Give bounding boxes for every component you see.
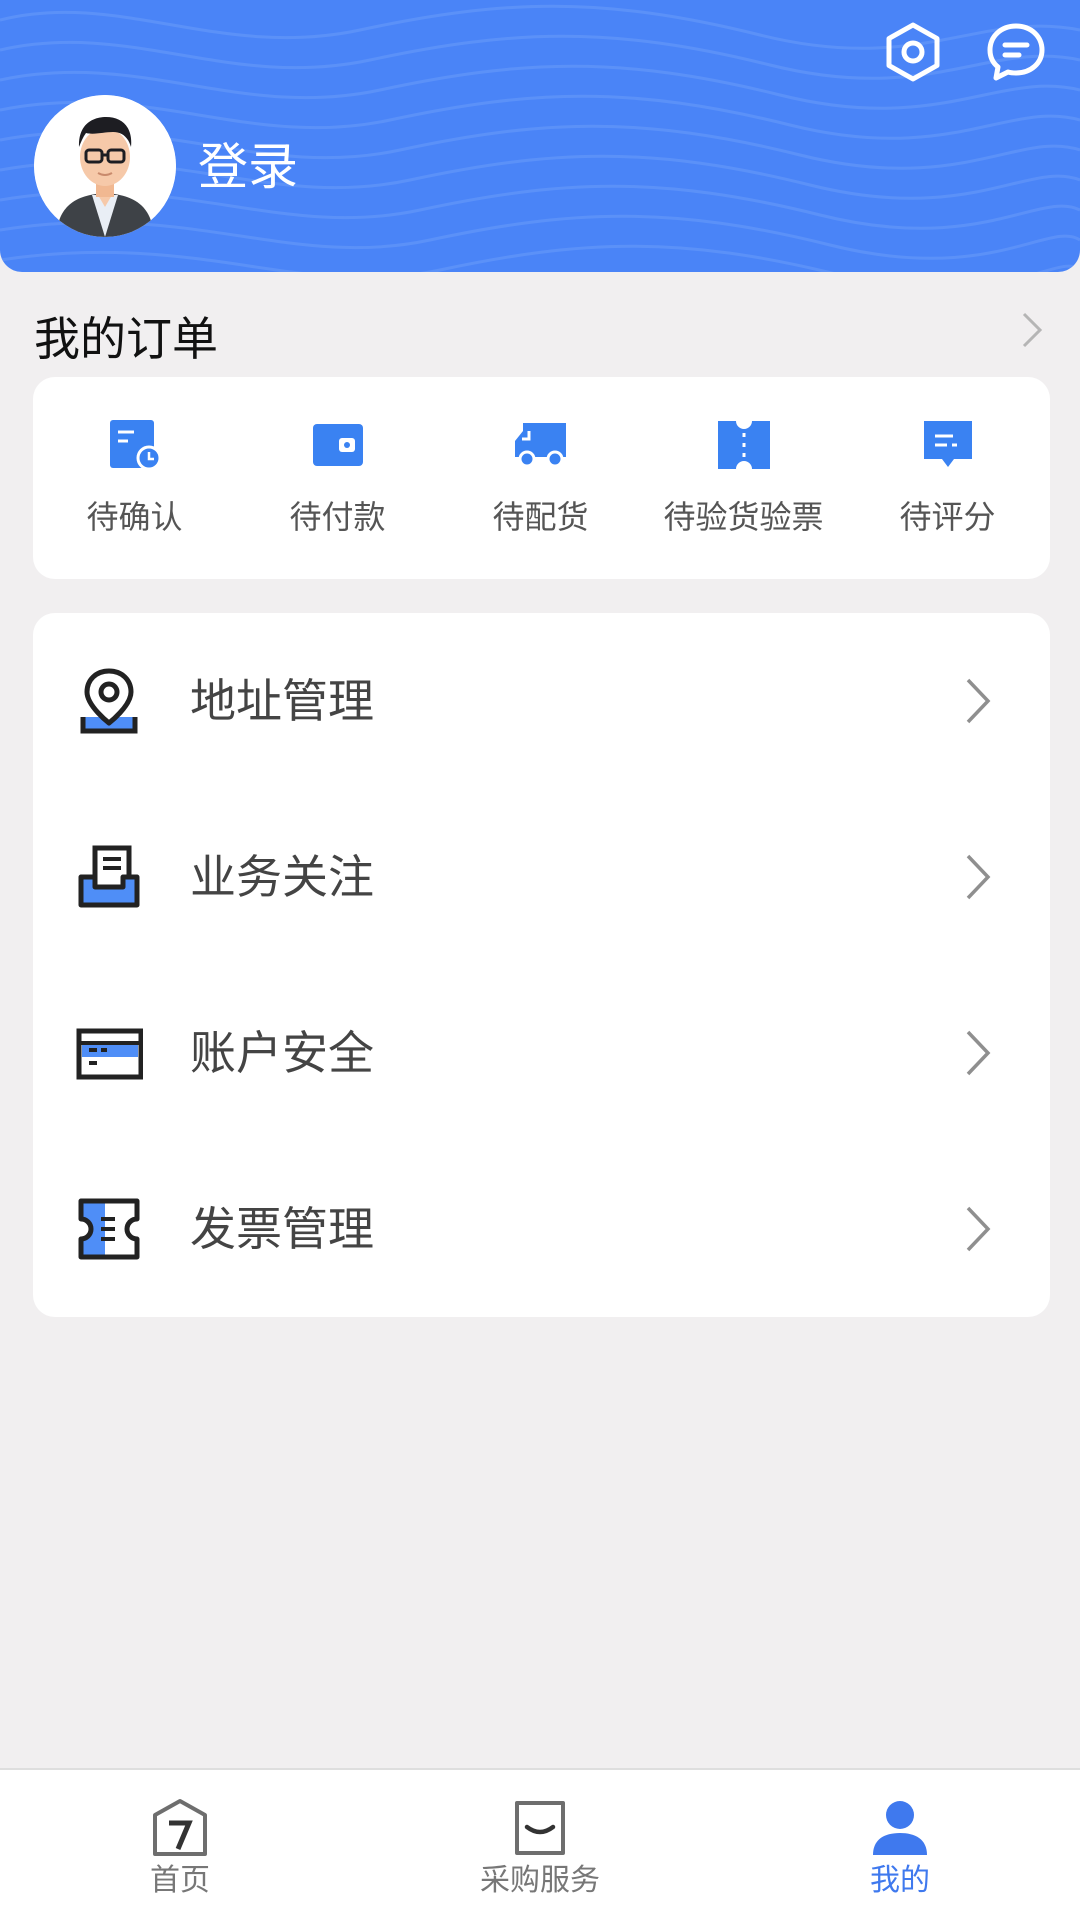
- login-link[interactable]: 登录: [198, 136, 298, 198]
- pending-confirm-icon: [109, 420, 161, 471]
- home-icon: [153, 1799, 207, 1856]
- location-pin-icon: [80, 668, 138, 734]
- settings-button[interactable]: [881, 20, 945, 84]
- shopping-bag-icon: [515, 1801, 565, 1855]
- orders-card: 待确认 待付款 待配货 待验货验票 待评分: [33, 377, 1050, 579]
- order-pending-payment[interactable]: 待付款: [236, 377, 439, 579]
- order-pending-review[interactable]: 待评分: [845, 377, 1050, 579]
- bottom-navigation: 首页 采购服务 我的: [0, 1768, 1080, 1920]
- order-pending-shipment[interactable]: 待配货: [439, 377, 642, 579]
- nav-tab-purchase[interactable]: 采购服务: [430, 1770, 650, 1920]
- order-label: 待付款: [289, 498, 386, 536]
- menu-item-account-security[interactable]: 账户安全: [33, 965, 1050, 1141]
- document-tray-icon: [78, 845, 140, 908]
- chevron-right-icon: [966, 678, 991, 724]
- settings-menu-card: 地址管理 业务关注 账户安全 发票管理: [33, 613, 1050, 1317]
- comment-icon: [923, 421, 972, 467]
- ticket-icon: [717, 421, 770, 469]
- nav-label: 首页: [150, 1863, 210, 1898]
- menu-item-address[interactable]: 地址管理: [33, 613, 1050, 789]
- nav-tab-home[interactable]: 首页: [70, 1770, 290, 1920]
- profile-header: 登录: [0, 0, 1080, 272]
- wallet-icon: [312, 424, 363, 466]
- card-icon: [76, 1028, 143, 1080]
- order-label: 待配货: [492, 498, 589, 536]
- menu-label: 业务关注: [190, 850, 374, 904]
- chevron-right-icon: [966, 1030, 991, 1076]
- order-pending-confirm[interactable]: 待确认: [33, 377, 236, 579]
- order-label: 待确认: [86, 498, 183, 536]
- nav-tab-mine[interactable]: 我的: [790, 1770, 1010, 1920]
- order-label: 待验货验票: [663, 498, 824, 536]
- menu-item-business-follow[interactable]: 业务关注: [33, 789, 1050, 965]
- menu-label: 地址管理: [190, 674, 374, 728]
- my-orders-row[interactable]: 我的订单: [34, 306, 1046, 372]
- message-button[interactable]: [984, 20, 1048, 84]
- chevron-right-icon: [1022, 312, 1043, 348]
- order-pending-inspection[interactable]: 待验货验票: [642, 377, 845, 579]
- orders-title: 我的订单: [34, 312, 218, 366]
- truck-icon: [514, 423, 566, 468]
- message-icon: [987, 23, 1045, 81]
- invoice-icon: [78, 1198, 140, 1260]
- menu-label: 账户安全: [190, 1026, 374, 1080]
- avatar-person-icon: [34, 95, 176, 237]
- chevron-right-icon: [966, 1206, 991, 1252]
- user-icon: [873, 1801, 927, 1855]
- order-label: 待评分: [899, 498, 996, 536]
- menu-item-invoice[interactable]: 发票管理: [33, 1141, 1050, 1317]
- chevron-right-icon: [966, 854, 991, 900]
- settings-icon: [886, 22, 940, 82]
- menu-label: 发票管理: [190, 1202, 374, 1256]
- avatar[interactable]: [34, 95, 176, 237]
- nav-label: 采购服务: [480, 1863, 600, 1898]
- nav-label: 我的: [870, 1863, 930, 1898]
